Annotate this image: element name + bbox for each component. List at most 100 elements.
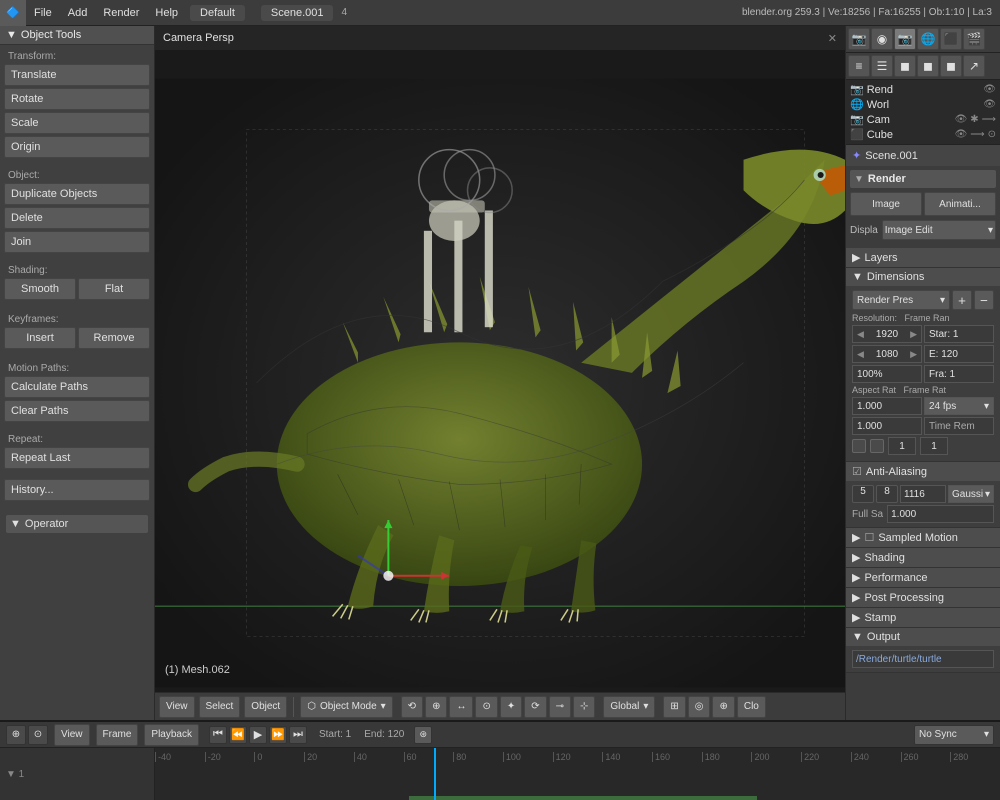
origin-button[interactable]: Origin bbox=[4, 136, 150, 158]
aspect-x-input[interactable]: 1.000 bbox=[852, 397, 922, 415]
tool-btn-6[interactable]: ⟳ bbox=[524, 696, 546, 718]
tool-btn-3[interactable]: ↔ bbox=[449, 696, 473, 718]
sampled-motion-header[interactable]: ▶ ☐ Sampled Motion bbox=[846, 528, 1000, 547]
sphere-icon-btn[interactable]: ◉ bbox=[871, 28, 893, 50]
flat-button[interactable]: Flat bbox=[78, 278, 150, 300]
aa-val2[interactable]: 8 bbox=[876, 485, 898, 503]
menu-add[interactable]: Add bbox=[60, 0, 96, 25]
layers-header[interactable]: ▶ Layers bbox=[846, 248, 1000, 267]
tool-btn-4[interactable]: ⊙ bbox=[475, 696, 497, 718]
clear-paths-button[interactable]: Clear Paths bbox=[4, 400, 150, 422]
timeline-icon1[interactable]: ⊕ bbox=[6, 725, 26, 745]
timeline-frame-btn[interactable]: Frame bbox=[96, 724, 139, 746]
aa-header[interactable]: ☑ Anti-Aliasing bbox=[846, 462, 1000, 481]
view-icon2[interactable]: ☰ bbox=[871, 55, 893, 77]
res-y-input[interactable]: ◀ 1080 ▶ bbox=[852, 345, 922, 363]
view-icon5[interactable]: ◼ bbox=[940, 55, 962, 77]
repeat-last-button[interactable]: Repeat Last bbox=[4, 447, 150, 469]
smooth-button[interactable]: Smooth bbox=[4, 278, 76, 300]
cam-eye[interactable]: 👁 bbox=[955, 114, 968, 125]
tool-btn-1[interactable]: ⟲ bbox=[401, 696, 423, 718]
snap-btn[interactable]: ⊞ bbox=[663, 696, 685, 718]
tool-btn-5[interactable]: ✦ bbox=[500, 696, 522, 718]
global-selector[interactable]: Global ▾ bbox=[603, 696, 655, 718]
percent-input[interactable]: 100% bbox=[852, 365, 922, 383]
sampled-motion-checkbox[interactable]: ☐ bbox=[864, 531, 874, 544]
scale-button[interactable]: Scale bbox=[4, 112, 150, 134]
view-icon3[interactable]: ◼ bbox=[894, 55, 916, 77]
outliner-item-cam[interactable]: 📷 Cam 👁 ✱ ⟶ bbox=[846, 112, 1000, 127]
aa-filter-selector[interactable]: Gaussi ▾ bbox=[948, 485, 994, 503]
render-panel-header[interactable]: ▼ Render bbox=[850, 170, 996, 188]
cube-eye[interactable]: 👁 bbox=[955, 129, 968, 140]
worl-eye[interactable]: 👁 bbox=[983, 99, 996, 110]
render-icon-btn[interactable]: 📷 bbox=[894, 28, 916, 50]
outliner-item-rend[interactable]: 📷 Rend 👁 bbox=[846, 82, 1000, 97]
view-icon1[interactable]: ≡ bbox=[848, 55, 870, 77]
duplicate-objects-button[interactable]: Duplicate Objects bbox=[4, 183, 150, 205]
view-icon4[interactable]: ◼ bbox=[917, 55, 939, 77]
world-icon-btn[interactable]: 🌐 bbox=[917, 28, 939, 50]
remove-keyframe-button[interactable]: Remove bbox=[78, 327, 150, 349]
timeline-icon2[interactable]: ⊙ bbox=[28, 725, 48, 745]
play-jump-start[interactable]: ⏮ bbox=[209, 726, 227, 744]
view-button[interactable]: View bbox=[159, 696, 195, 718]
rend-eye[interactable]: 👁 bbox=[983, 84, 996, 95]
mode-selector[interactable]: ⬡ Object Mode ▾ bbox=[300, 696, 392, 718]
fps-selector[interactable]: 24 fps ▾ bbox=[924, 397, 994, 415]
check2[interactable] bbox=[870, 439, 884, 453]
object-button[interactable]: Object bbox=[244, 696, 287, 718]
add-preset-button[interactable]: + bbox=[952, 290, 972, 310]
tool-btn-7[interactable]: ⊸ bbox=[549, 696, 571, 718]
scene-icon-btn[interactable]: 🎬 bbox=[963, 28, 985, 50]
dimensions-header[interactable]: ▼ Dimensions bbox=[846, 268, 1000, 286]
timeline-playback-btn[interactable]: Playback bbox=[144, 724, 199, 746]
obj-icon-btn[interactable]: ⬛ bbox=[940, 28, 962, 50]
tool-btn-2[interactable]: ⊕ bbox=[425, 696, 447, 718]
tool-btn-8[interactable]: ⊹ bbox=[573, 696, 595, 718]
timeline-marker-btn[interactable]: ⊛ bbox=[414, 726, 432, 744]
shading-panel-header[interactable]: ▶ Shading bbox=[846, 548, 1000, 567]
join-button[interactable]: Join bbox=[4, 231, 150, 253]
proportional-btn[interactable]: ◎ bbox=[688, 696, 711, 718]
rotate-button[interactable]: Rotate bbox=[4, 88, 150, 110]
performance-header[interactable]: ▶ Performance bbox=[846, 568, 1000, 587]
translate-button[interactable]: Translate bbox=[4, 64, 150, 86]
insert-keyframe-button[interactable]: Insert bbox=[4, 327, 76, 349]
history-button[interactable]: History... bbox=[4, 479, 150, 501]
select-button[interactable]: Select bbox=[199, 696, 241, 718]
display-select[interactable]: Image Edit ▾ bbox=[882, 220, 996, 240]
check3-value[interactable]: 1 bbox=[888, 437, 916, 455]
play-prev-frame[interactable]: ⏪ bbox=[229, 726, 247, 744]
close-btn[interactable]: Clo bbox=[737, 696, 766, 718]
menu-help[interactable]: Help bbox=[147, 0, 186, 25]
timeline-view-btn[interactable]: View bbox=[54, 724, 90, 746]
check1[interactable] bbox=[852, 439, 866, 453]
timeline-ruler[interactable]: -40 -20 0 20 40 60 80 100 120 140 160 18… bbox=[155, 748, 1000, 800]
outliner-item-cube[interactable]: ⬛ Cube 👁 ⟶ ⊙ bbox=[846, 127, 1000, 142]
cam-icon-btn[interactable]: 📷 bbox=[848, 28, 870, 50]
output-path-input[interactable]: /Render/turtle/turtle bbox=[852, 650, 994, 668]
playhead[interactable] bbox=[434, 748, 436, 800]
aspect-y-input[interactable]: 1.000 bbox=[852, 417, 922, 435]
output-header[interactable]: ▼ Output bbox=[846, 628, 1000, 646]
check4-value[interactable]: 1 bbox=[920, 437, 948, 455]
aa-checkbox[interactable]: ☑ bbox=[852, 465, 862, 478]
play-next-frame[interactable]: ⏩ bbox=[269, 726, 287, 744]
play-button[interactable]: ▶ bbox=[249, 726, 267, 744]
menu-render[interactable]: Render bbox=[95, 0, 147, 25]
aa-val3[interactable]: 1116 bbox=[900, 485, 946, 503]
aa-val1[interactable]: 5 bbox=[852, 485, 874, 503]
animation-render-button[interactable]: Animati... bbox=[924, 192, 996, 216]
delete-button[interactable]: Delete bbox=[4, 207, 150, 229]
remove-preset-button[interactable]: − bbox=[974, 290, 994, 310]
outliner-item-worl[interactable]: 🌐 Worl 👁 bbox=[846, 97, 1000, 112]
vis-btn[interactable]: ⊕ bbox=[712, 696, 734, 718]
operator-header[interactable]: ▼ Operator bbox=[6, 515, 148, 533]
menu-file[interactable]: File bbox=[26, 0, 60, 25]
post-processing-header[interactable]: ▶ Post Processing bbox=[846, 588, 1000, 607]
view-icon6[interactable]: ↗ bbox=[963, 55, 985, 77]
no-sync-selector[interactable]: No Sync ▾ bbox=[914, 725, 994, 745]
play-jump-end[interactable]: ⏭ bbox=[289, 726, 307, 744]
viewport-canvas[interactable]: (1) Mesh.062 bbox=[155, 50, 845, 716]
